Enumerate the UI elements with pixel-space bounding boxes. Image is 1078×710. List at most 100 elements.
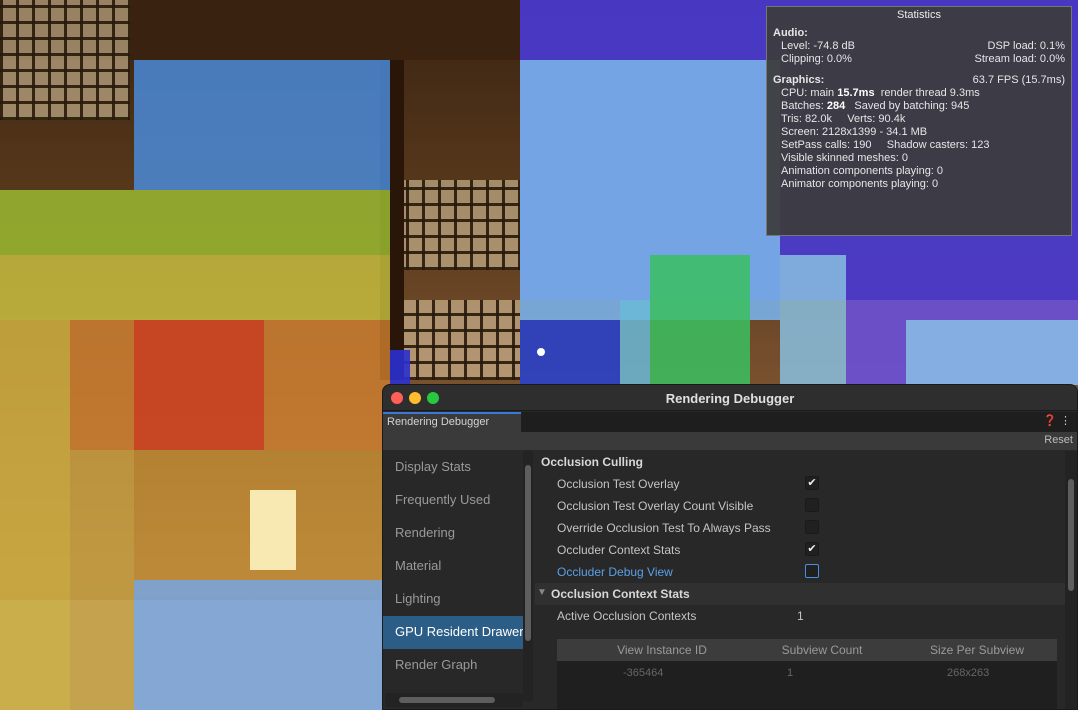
occluder-context-stats-label: Occluder Context Stats — [557, 543, 681, 557]
active-contexts-label: Active Occlusion Contexts — [557, 609, 697, 623]
overlay-count-visible-label: Occlusion Test Overlay Count Visible — [557, 499, 754, 513]
context-stats-table: View Instance ID Subview Count Size Per … — [557, 639, 1057, 709]
light-dot — [537, 348, 545, 356]
stats-group-title: Occlusion Context Stats — [551, 587, 690, 601]
occluder-context-stats-checkbox[interactable]: ✔ — [805, 542, 819, 556]
audio-header: Audio: — [773, 27, 808, 39]
sidebar: Display Stats Frequently Used Rendering … — [383, 451, 523, 709]
tab-rendering-debugger[interactable]: Rendering Debugger — [383, 412, 521, 432]
overlay-tile — [390, 350, 410, 385]
animator-components: Animator components playing: 0 — [781, 178, 939, 190]
overlay-tile — [906, 320, 1078, 385]
setting-row: Occlusion Test Overlay ✔ — [535, 473, 1065, 495]
window-lattice — [390, 180, 520, 270]
table-cell: 268x263 — [947, 667, 990, 679]
sidebar-item-gpu-resident-drawer[interactable]: GPU Resident Drawer — [383, 616, 523, 649]
sidebar-scrollbar[interactable] — [523, 451, 533, 701]
sidebar-horizontal-scrollbar[interactable] — [385, 693, 523, 707]
setting-row: Occluder Context Stats ✔ — [535, 539, 1065, 561]
kebab-menu-icon[interactable]: ⋮ — [1060, 415, 1071, 427]
occluder-debug-view-checkbox[interactable] — [805, 564, 819, 578]
active-contexts-value: 1 — [797, 609, 804, 623]
graphics-header: Graphics: — [773, 74, 825, 86]
content-panel: Occlusion Culling Occlusion Test Overlay… — [535, 451, 1065, 709]
sidebar-item-material[interactable]: Material — [383, 550, 523, 583]
setting-row-highlighted: Occluder Debug View — [535, 561, 1065, 583]
overlay-tile — [0, 320, 70, 710]
overlay-tile — [520, 320, 620, 385]
setting-row: Override Occlusion Test To Always Pass — [535, 517, 1065, 539]
override-occlusion-test-checkbox[interactable] — [805, 520, 819, 534]
tab-icons: ❓ ⋮ — [1043, 414, 1071, 427]
lantern — [250, 490, 296, 570]
rendering-debugger-window: Rendering Debugger Rendering Debugger ❓ … — [382, 384, 1078, 710]
sidebar-item-rendering[interactable]: Rendering — [383, 517, 523, 550]
sidebar-item-display-stats[interactable]: Display Stats — [383, 451, 523, 484]
cpu-render-thread: render thread 9.3ms — [880, 87, 980, 99]
window-title: Rendering Debugger — [665, 391, 795, 406]
verts: Verts: 90.4k — [847, 113, 906, 125]
window-lattice-lower — [400, 300, 520, 380]
overlay-tile — [780, 255, 846, 385]
toolbar: Reset — [383, 432, 1077, 450]
content-scrollbar[interactable] — [1065, 451, 1077, 709]
animation-components: Animation components playing: 0 — [781, 165, 944, 177]
statistics-title: Statistics — [896, 9, 941, 21]
overlay-tile — [134, 320, 264, 450]
clipping: Clipping: 0.0% — [781, 53, 852, 65]
column-header: View Instance ID — [617, 643, 707, 657]
overlay-count-visible-checkbox[interactable] — [805, 498, 819, 512]
table-header: View Instance ID Subview Count Size Per … — [557, 639, 1057, 661]
stream-load: Stream load: 0.0% — [974, 53, 1066, 65]
statistics-panel: Statistics Audio: Level: -74.8 dB DSP lo… — [766, 6, 1072, 236]
batches: 284 — [826, 100, 846, 112]
setting-row: Occlusion Test Overlay Count Visible — [535, 495, 1065, 517]
horizontal-scroll-thumb[interactable] — [399, 697, 495, 703]
sidebar-item-frequently-used[interactable]: Frequently Used — [383, 484, 523, 517]
ceiling-lattice — [0, 0, 130, 120]
occlusion-test-overlay-checkbox[interactable]: ✔ — [805, 476, 819, 490]
sidebar-scroll-thumb[interactable] — [525, 465, 531, 641]
batches-line: Batches: 284 Saved by batching: 945 — [781, 100, 970, 112]
saved-by-batching: Saved by batching: 945 — [854, 100, 970, 112]
overlay-tile — [620, 300, 650, 385]
graphics-header-row: Graphics: 63.7 FPS (15.7ms) — [773, 74, 1065, 87]
active-contexts-row: Active Occlusion Contexts 1 — [535, 605, 1065, 627]
audio-level: Level: -74.8 dB — [781, 40, 855, 52]
tris: Tris: 82.0k — [781, 113, 832, 125]
reset-button[interactable]: Reset — [1044, 434, 1073, 446]
cpu-line: CPU: main 15.7ms render thread 9.3ms — [781, 87, 980, 99]
occluder-debug-view-label: Occluder Debug View — [557, 565, 673, 579]
table-cell: 1 — [787, 667, 794, 679]
overlay-tile — [134, 580, 390, 710]
setpass-line: SetPass calls: 190 Shadow casters: 123 — [773, 139, 1065, 152]
sidebar-item-render-graph[interactable]: Render Graph — [383, 649, 523, 682]
override-occlusion-test-label: Override Occlusion Test To Always Pass — [557, 521, 771, 535]
cpu-main: 15.7ms — [837, 87, 875, 99]
fps: 63.7 FPS (15.7ms) — [972, 74, 1065, 86]
content-scroll-thumb[interactable] — [1068, 479, 1074, 591]
dsp-load: DSP load: 0.1% — [987, 40, 1065, 52]
overlay-tile — [70, 450, 134, 710]
overlay-tile — [650, 255, 750, 385]
stats-group-header[interactable]: ▼ Occlusion Context Stats — [535, 583, 1065, 605]
screen: Screen: 2128x1399 - 34.1 MB — [781, 126, 928, 138]
shadow-casters: Shadow casters: 123 — [886, 139, 990, 151]
section-title: Occlusion Culling — [541, 455, 644, 469]
section-header: Occlusion Culling — [535, 451, 1065, 473]
sidebar-item-lighting[interactable]: Lighting — [383, 583, 523, 616]
help-icon[interactable]: ❓ — [1043, 415, 1057, 427]
setpass-calls: SetPass calls: 190 — [781, 139, 872, 151]
tab-bar: Rendering Debugger ❓ ⋮ — [383, 412, 1077, 432]
table-cell: -365464 — [623, 667, 664, 679]
chevron-down-icon[interactable]: ▼ — [537, 587, 547, 598]
tris-verts-line: Tris: 82.0k Verts: 90.4k — [773, 113, 1065, 126]
occlusion-test-overlay-label: Occlusion Test Overlay — [557, 477, 680, 491]
audio-row-1: Level: -74.8 dB DSP load: 0.1% — [773, 40, 1065, 53]
title-bar[interactable]: Rendering Debugger — [383, 385, 1077, 411]
visible-skinned-meshes: Visible skinned meshes: 0 — [781, 152, 908, 164]
overlay-tile — [0, 190, 390, 255]
audio-row-2: Clipping: 0.0% Stream load: 0.0% — [773, 53, 1065, 66]
column-header: Size Per Subview — [929, 643, 1025, 657]
overlay-tile — [0, 255, 390, 320]
